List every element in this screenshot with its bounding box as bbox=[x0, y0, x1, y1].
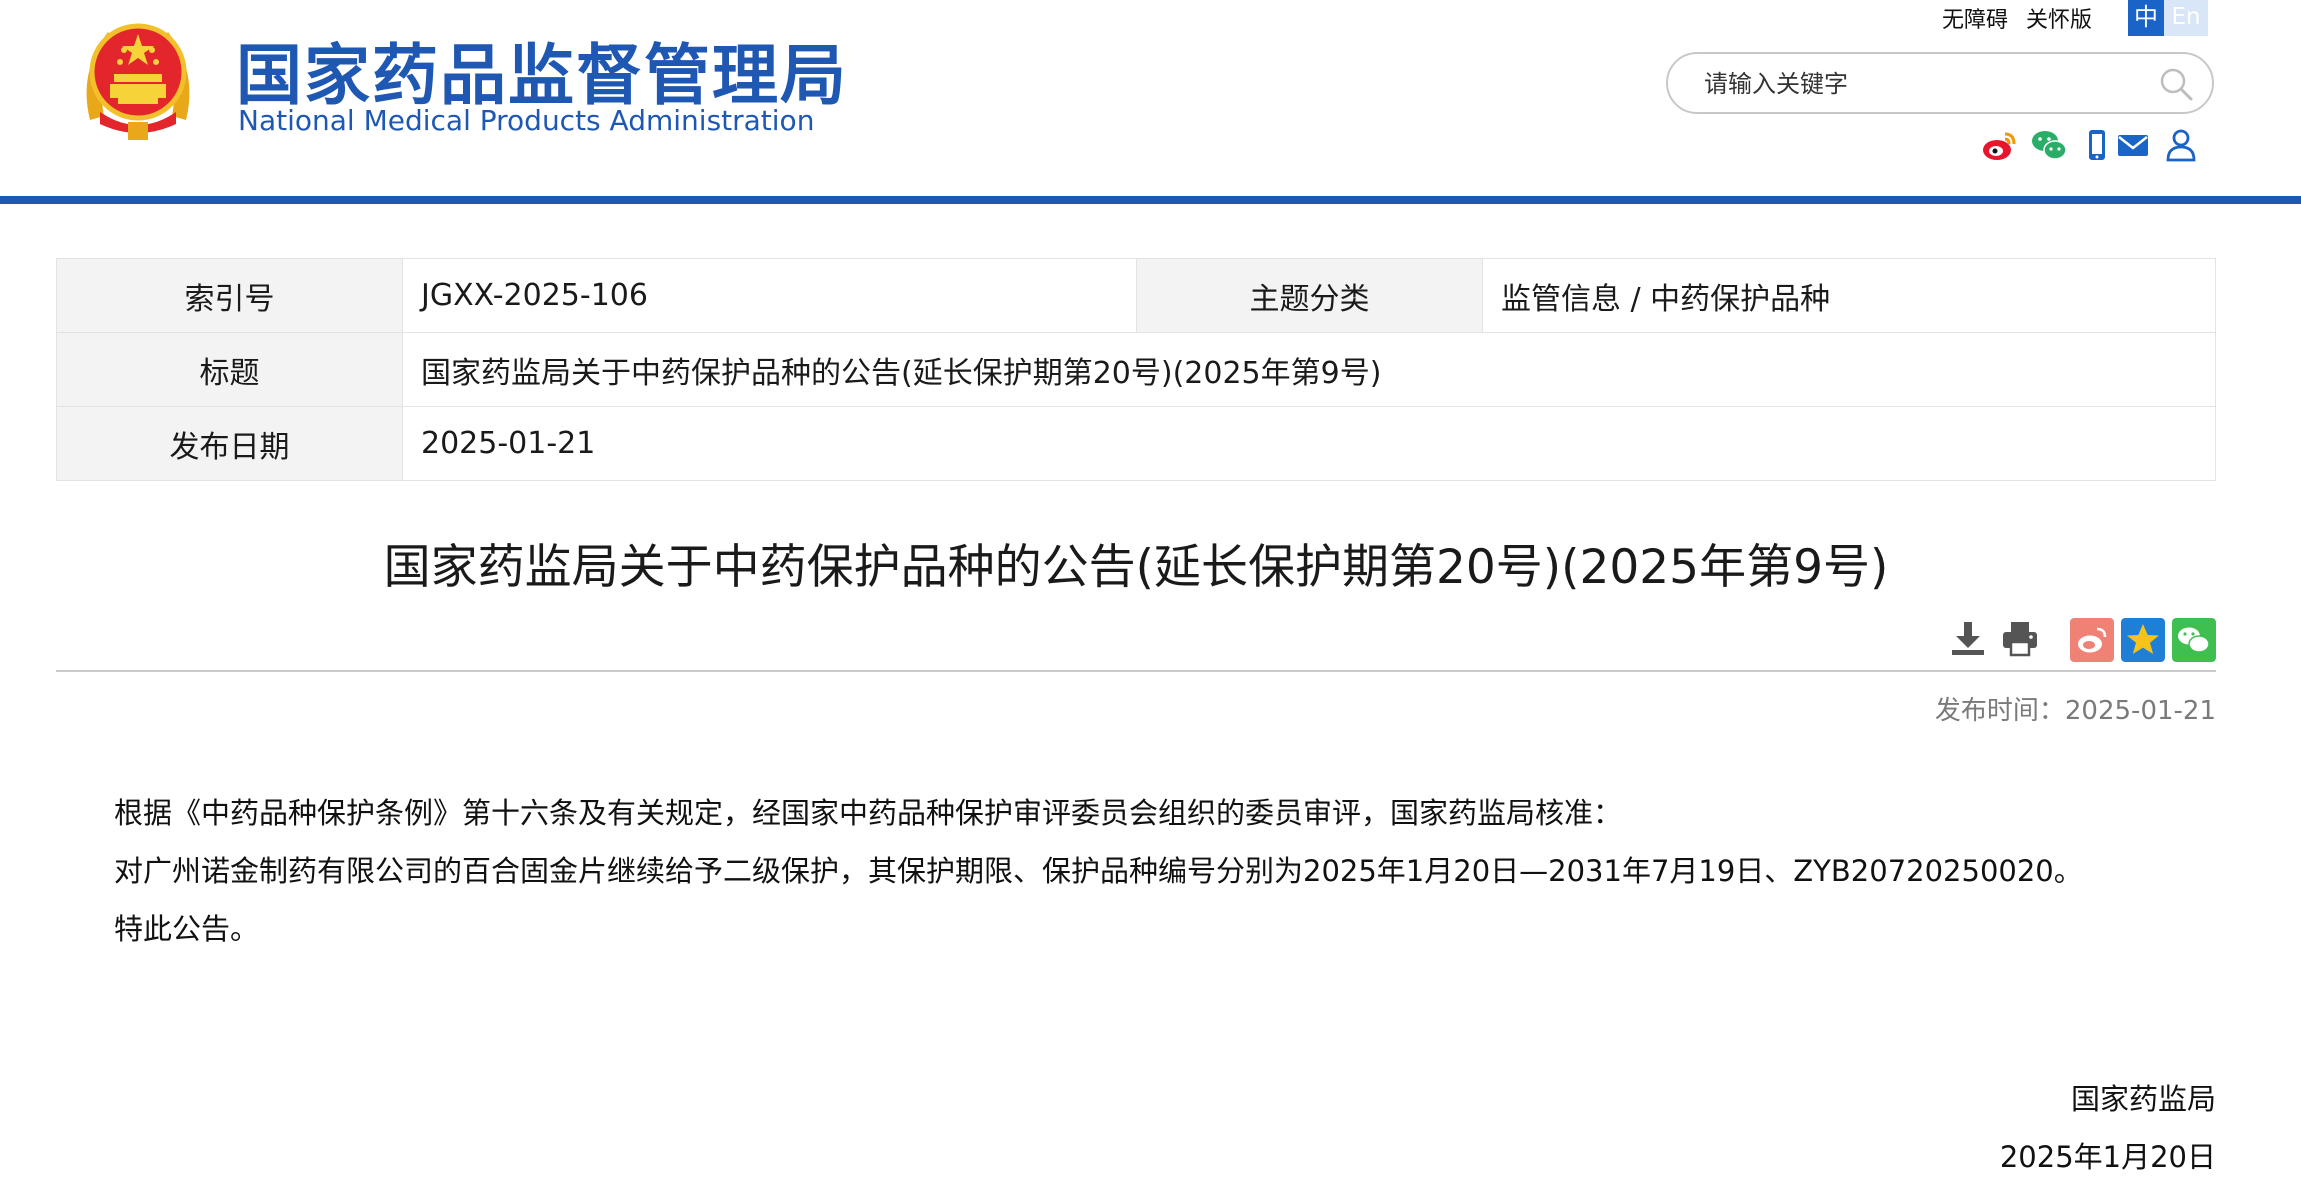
wechat-icon[interactable] bbox=[2030, 126, 2068, 164]
signature: 国家药监局 bbox=[2070, 1082, 2216, 1116]
search-box bbox=[1666, 52, 2214, 114]
title-value: 国家药监局关于中药保护品种的公告(延长保护期第20号)(2025年第9号) bbox=[402, 332, 2216, 407]
mobile-icon[interactable] bbox=[2078, 126, 2116, 164]
download-icon[interactable] bbox=[1948, 618, 1988, 658]
weibo-icon[interactable] bbox=[1980, 126, 2018, 164]
publish-time: 发布时间：2025-01-21 bbox=[1934, 696, 2216, 726]
national-emblem-icon bbox=[86, 23, 190, 140]
table-row: 发布日期 2025-01-21 bbox=[56, 406, 2216, 481]
table-row: 索引号 JGXX-2025-106 主题分类 监管信息 / 中药保护品种 bbox=[56, 258, 2216, 333]
search-input[interactable] bbox=[1702, 64, 2136, 104]
elderly-care-link[interactable]: 关怀版 bbox=[2026, 2, 2092, 34]
site-title-en[interactable]: National Medical Products Administration bbox=[238, 104, 814, 137]
share-weibo-icon[interactable] bbox=[2070, 618, 2114, 662]
body-paragraph: 特此公告。 bbox=[114, 912, 260, 946]
lang-chinese-button[interactable]: 中 bbox=[2128, 0, 2164, 36]
favorite-star-icon[interactable] bbox=[2121, 618, 2165, 662]
search-icon[interactable] bbox=[2158, 66, 2194, 102]
metadata-table: 索引号 JGXX-2025-106 主题分类 监管信息 / 中药保护品种 标题 … bbox=[56, 258, 2216, 481]
sign-date: 2025年1月20日 bbox=[1999, 1140, 2216, 1174]
header-divider-bar bbox=[0, 196, 2301, 204]
date-value: 2025-01-21 bbox=[402, 406, 2216, 481]
title-label: 标题 bbox=[56, 332, 403, 407]
user-icon[interactable] bbox=[2162, 126, 2200, 164]
topic-label: 主题分类 bbox=[1136, 258, 1483, 333]
site-header: 国家药品监督管理局 National Medical Products Admi… bbox=[0, 0, 2301, 196]
title-divider bbox=[56, 670, 2216, 672]
accessibility-link[interactable]: 无障碍 bbox=[1942, 2, 2008, 34]
article-title: 国家药监局关于中药保护品种的公告(延长保护期第20号)(2025年第9号) bbox=[383, 540, 1889, 595]
lang-english-button[interactable]: En bbox=[2164, 0, 2208, 36]
date-label: 发布日期 bbox=[56, 406, 403, 481]
index-value: JGXX-2025-106 bbox=[402, 258, 1137, 333]
share-wechat-icon[interactable] bbox=[2172, 618, 2216, 662]
body-paragraph: 对广州诺金制药有限公司的百合固金片继续给予二级保护，其保护期限、保护品种编号分别… bbox=[114, 854, 2083, 888]
mail-icon[interactable] bbox=[2114, 126, 2152, 164]
table-row: 标题 国家药监局关于中药保护品种的公告(延长保护期第20号)(2025年第9号) bbox=[56, 332, 2216, 407]
topic-value: 监管信息 / 中药保护品种 bbox=[1482, 258, 2216, 333]
index-label: 索引号 bbox=[56, 258, 403, 333]
body-paragraph: 根据《中药品种保护条例》第十六条及有关规定，经国家中药品种保护审评委员会组织的委… bbox=[114, 796, 1623, 830]
print-icon[interactable] bbox=[2000, 618, 2040, 658]
